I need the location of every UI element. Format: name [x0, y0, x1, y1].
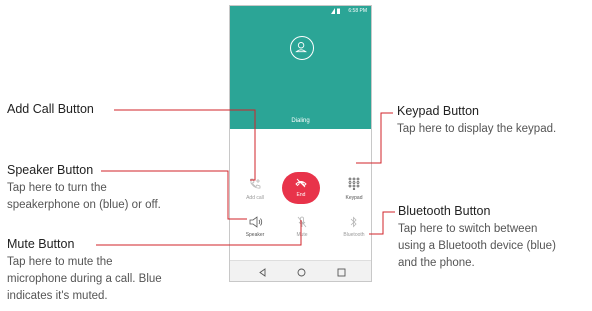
mute-leader [96, 220, 302, 246]
bluetooth-callout-title: Bluetooth Button [398, 204, 491, 218]
speaker-callout-line-2: speakerphone on (blue) or off. [7, 199, 161, 211]
mute-callout-line-2: microphone during a call. Blue [7, 273, 162, 285]
mute-callout-line-3: indicates it's muted. [7, 290, 108, 302]
keypad-callout-title: Keypad Button [397, 104, 480, 118]
bluetooth-leader [369, 211, 395, 235]
bluetooth-callout-line-1: Tap here to switch between [398, 223, 538, 235]
speaker-callout-line-1: Tap here to turn the [7, 182, 107, 194]
keypad-callout-line-1: Tap here to display the keypad. [397, 123, 557, 135]
bluetooth-callout-line-3: and the phone. [398, 257, 475, 269]
add-call-leader [114, 109, 256, 181]
bluetooth-callout-line-2: using a Bluetooth device (blue) [398, 240, 556, 252]
keypad-leader [356, 112, 393, 164]
speaker-callout-title: Speaker Button [7, 163, 94, 177]
add-call-callout-title: Add Call Button [7, 102, 94, 116]
mute-callout-title: Mute Button [7, 237, 75, 251]
mute-callout-line-1: Tap here to mute the [7, 256, 113, 268]
